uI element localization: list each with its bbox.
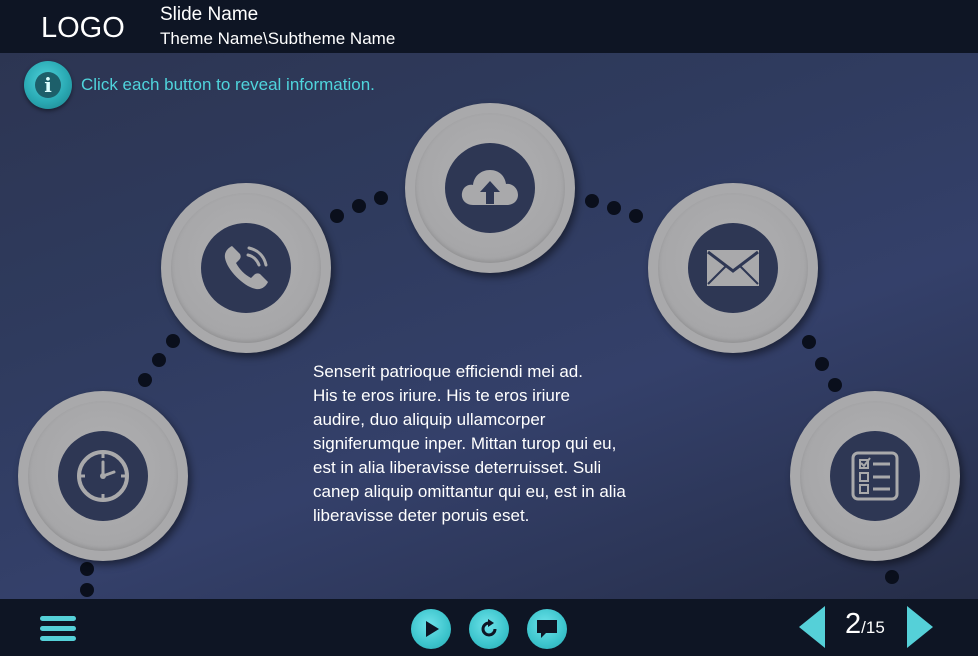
cloud-upload-icon bbox=[461, 170, 518, 205]
arrow-left-icon bbox=[799, 606, 825, 648]
info-button[interactable]: i bbox=[24, 61, 72, 109]
comment-icon bbox=[537, 620, 557, 638]
clock-button[interactable] bbox=[18, 391, 188, 561]
clock-icon bbox=[77, 450, 129, 502]
menu-button[interactable] bbox=[40, 616, 76, 642]
cloud-upload-button[interactable] bbox=[405, 103, 575, 273]
page-counter: 2/15 bbox=[845, 608, 885, 641]
info-icon: i bbox=[35, 72, 61, 98]
page-total: /15 bbox=[861, 618, 885, 637]
previous-button[interactable] bbox=[799, 606, 825, 648]
content-line: His te eros iriure. His te eros iriure bbox=[313, 386, 570, 405]
envelope-icon bbox=[707, 250, 759, 286]
logo: LOGO bbox=[41, 12, 125, 44]
content-line: liberavisse deter poruis eset. bbox=[313, 506, 530, 525]
replay-icon bbox=[481, 619, 497, 637]
play-button[interactable] bbox=[411, 609, 451, 649]
page-current: 2 bbox=[845, 608, 862, 640]
top-bar: LOGO Slide Name Theme Name\Subtheme Name bbox=[0, 0, 978, 53]
phone-icon bbox=[224, 246, 268, 290]
theme-name: Theme Name\Subtheme Name bbox=[160, 29, 396, 48]
next-button[interactable] bbox=[907, 606, 933, 648]
menu-icon bbox=[40, 616, 76, 641]
phone-button[interactable] bbox=[161, 183, 331, 353]
arrow-right-icon bbox=[907, 606, 933, 648]
instruction-text: Click each button to reveal information. bbox=[81, 75, 375, 94]
content-line: est in alia liberavisse deterruisset. Su… bbox=[313, 458, 602, 477]
bottom-bar: 2/15 bbox=[0, 599, 978, 656]
email-button[interactable] bbox=[648, 183, 818, 353]
content-line: Senserit patrioque efficiendi mei ad. bbox=[313, 362, 583, 381]
content-line: signiferumque inper. Mittan turop qui eu… bbox=[313, 434, 617, 453]
content-line: audire, duo aliquip ullamcorper bbox=[313, 410, 546, 429]
replay-button[interactable] bbox=[469, 609, 509, 649]
checklist-icon bbox=[851, 451, 899, 501]
checklist-button[interactable] bbox=[790, 391, 960, 561]
slide-name: Slide Name bbox=[160, 4, 259, 25]
play-icon bbox=[426, 621, 439, 637]
comment-button[interactable] bbox=[527, 609, 567, 649]
content-text: Senserit patrioque efficiendi mei ad. Hi… bbox=[313, 360, 693, 528]
content-line: canep aliquip omittantur qui eu, est in … bbox=[313, 482, 626, 501]
